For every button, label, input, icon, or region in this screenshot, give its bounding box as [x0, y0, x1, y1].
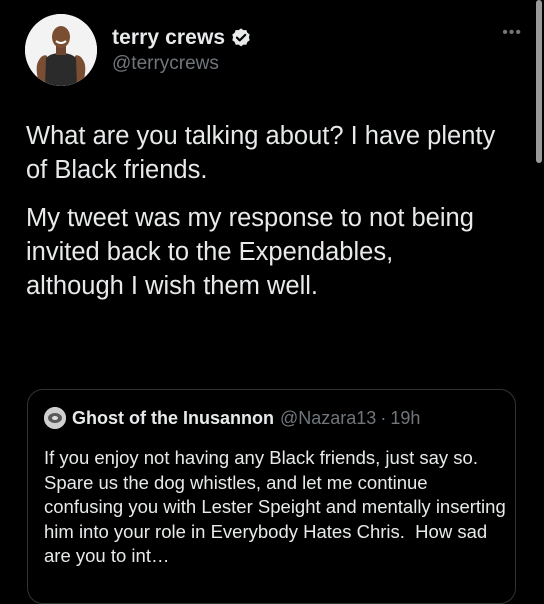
profile-photo-icon [25, 14, 97, 86]
tweet-card: terry crews @terrycrews ••• What are you… [0, 0, 544, 604]
quoted-author-name: Ghost of the Inusannon [72, 407, 274, 428]
ghost-avatar-icon [44, 407, 66, 429]
author-handle[interactable]: @terrycrews [112, 53, 252, 75]
quoted-author-avatar [44, 407, 66, 429]
author-avatar[interactable] [25, 14, 97, 86]
quoted-timestamp: 19h [390, 407, 421, 428]
author-names: terry crews @terrycrews [112, 25, 252, 75]
quoted-tweet[interactable]: Ghost of the Inusannon @Nazara13 · 19h I… [27, 389, 516, 604]
tweet-header: terry crews @terrycrews [25, 14, 252, 86]
tweet-paragraph: My tweet was my response to not being in… [26, 204, 474, 300]
verified-badge-icon [230, 27, 252, 49]
more-options-button[interactable]: ••• [502, 25, 522, 41]
quoted-tweet-text: If you enjoy not having any Black friend… [44, 447, 511, 566]
author-display-name[interactable]: terry crews [112, 26, 225, 50]
tweet-text: What are you talking about? I have plent… [26, 119, 496, 317]
ellipsis-icon: ••• [502, 24, 522, 41]
name-row: terry crews [112, 25, 252, 51]
tweet-paragraph: What are you talking about? I have plent… [26, 122, 496, 184]
quoted-author-handle: @Nazara13 [279, 407, 377, 428]
separator-dot: · [380, 407, 387, 428]
scrollbar[interactable] [536, 0, 542, 163]
quoted-tweet-header: Ghost of the Inusannon @Nazara13 · 19h [44, 407, 420, 429]
